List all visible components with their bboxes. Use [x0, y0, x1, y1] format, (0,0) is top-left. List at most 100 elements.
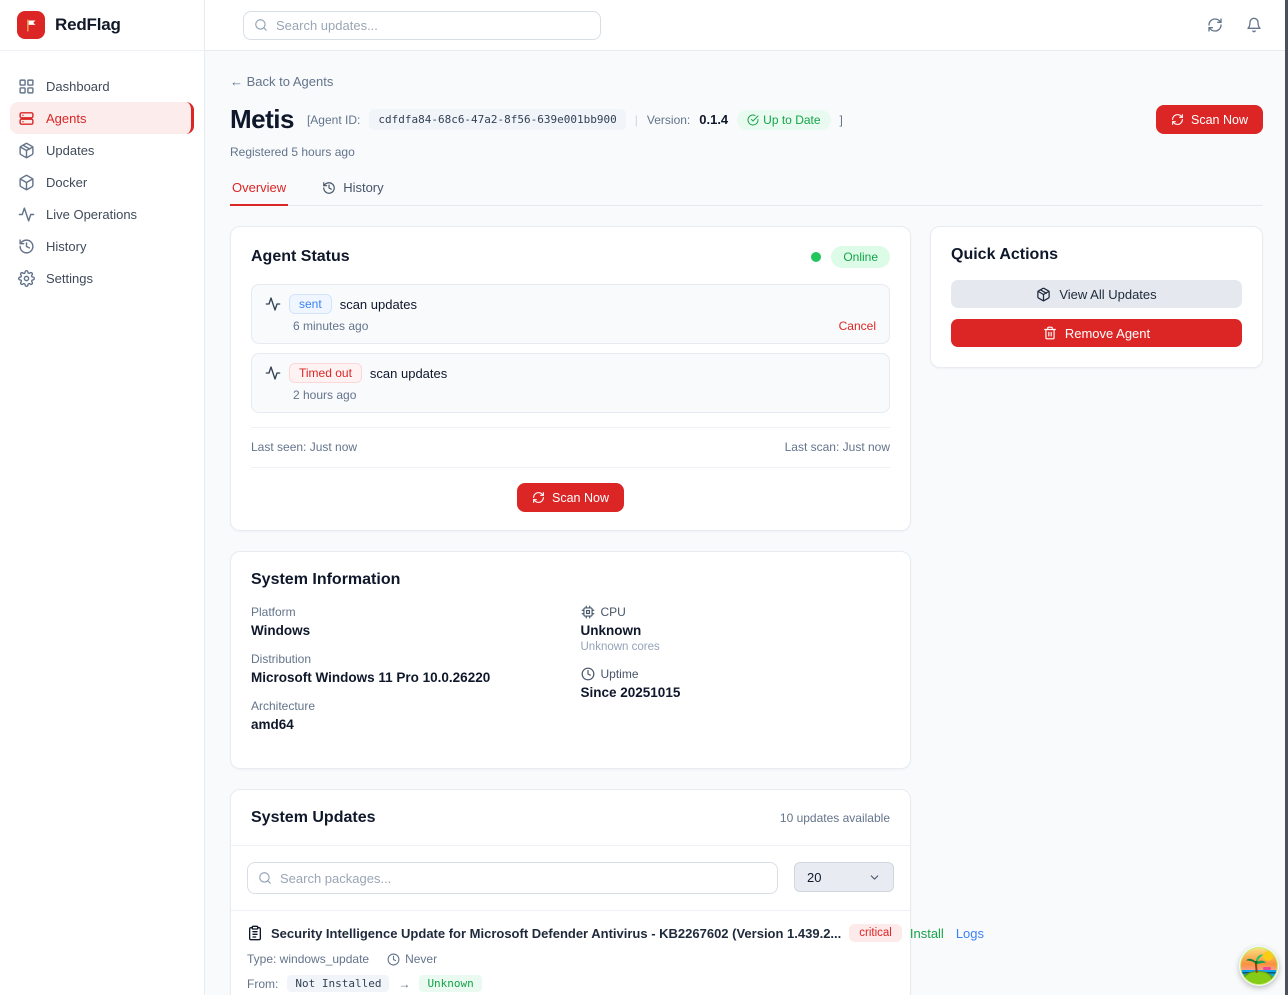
event-time: 2 hours ago [293, 388, 356, 402]
from-version: Not Installed [287, 975, 389, 992]
island-icon [1239, 946, 1279, 986]
activity-icon [265, 365, 281, 381]
sidebar-item-live-operations[interactable]: Live Operations [10, 198, 194, 230]
uptime-label: Uptime [601, 667, 639, 681]
sidebar-item-label: Settings [46, 271, 93, 286]
agent-id-label: [Agent ID: [307, 113, 360, 127]
cpu-value: Unknown [581, 623, 891, 638]
agent-id-value: cdfdfa84-68c6-47a2-8f56-639e001bb900 [369, 109, 625, 130]
app-name: RedFlag [55, 15, 121, 35]
online-dot [811, 252, 821, 262]
platform-label: Platform [251, 605, 561, 619]
search-icon [254, 18, 268, 32]
refresh-icon [532, 491, 545, 504]
grid-icon [18, 78, 35, 95]
logs-link[interactable]: Logs [956, 926, 984, 941]
scan-now-button-header[interactable]: Scan Now [1156, 105, 1263, 134]
search-input[interactable] [276, 18, 590, 33]
page-size-select[interactable]: 20 [794, 862, 894, 892]
reboot-text: Never [405, 952, 437, 966]
scan-now-label: Scan Now [552, 491, 609, 505]
island-widget-button[interactable] [1239, 946, 1279, 986]
sidebar-item-docker[interactable]: Docker [10, 166, 194, 198]
refresh-icon[interactable] [1207, 17, 1223, 33]
view-all-updates-button[interactable]: View All Updates [951, 280, 1242, 308]
box-icon [18, 174, 35, 191]
uptodate-badge: Up to Date [737, 110, 830, 130]
bracket-close: ] [840, 113, 843, 127]
check-circle-icon [747, 114, 759, 126]
quick-actions-title: Quick Actions [951, 246, 1242, 264]
topbar [205, 0, 1288, 51]
sidebar-item-history[interactable]: History [10, 230, 194, 262]
activity-icon [18, 206, 35, 223]
system-information-card: System Information Platform Windows Dist… [230, 551, 911, 769]
event-status-badge: sent [289, 294, 332, 314]
cpu-cores: Unknown cores [581, 641, 891, 653]
agent-header: Metis [Agent ID: cdfdfa84-68c6-47a2-8f56… [230, 104, 1263, 135]
distribution-label: Distribution [251, 652, 561, 666]
last-seen-text: Last seen: Just now [251, 440, 357, 454]
history-icon [18, 238, 35, 255]
package-search-input[interactable] [280, 871, 767, 886]
sidebar-nav: Dashboard Agents Updates Docker Live Ope… [0, 51, 204, 313]
uptime-value: Since 20251015 [581, 685, 891, 700]
event-action: scan updates [340, 297, 417, 312]
registered-text: Registered 5 hours ago [230, 145, 1263, 159]
activity-icon [265, 296, 281, 312]
tab-label: History [343, 180, 383, 195]
sidebar-item-updates[interactable]: Updates [10, 134, 194, 166]
meta-separator: | [635, 113, 638, 127]
install-link[interactable]: Install [910, 926, 944, 941]
platform-field: Platform Windows [251, 605, 561, 638]
event-list: sent scan updates 6 minutes ago Cancel [251, 284, 890, 413]
architecture-field: Architecture amd64 [251, 699, 561, 732]
version-value: 0.1.4 [699, 112, 728, 127]
main-area: ← Back to Agents Metis [Agent ID: cdfdfa… [205, 0, 1288, 995]
remove-agent-label: Remove Agent [1065, 326, 1150, 341]
sidebar-item-dashboard[interactable]: Dashboard [10, 70, 194, 102]
trash-icon [1043, 326, 1057, 340]
distribution-field: Distribution Microsoft Windows 11 Pro 10… [251, 652, 561, 685]
package-icon [1036, 287, 1051, 302]
cpu-field: CPU Unknown Unknown cores [581, 605, 891, 653]
version-label: Version: [647, 113, 690, 127]
package-search [247, 862, 778, 894]
tab-label: Overview [232, 180, 286, 195]
topbar-icons [1207, 17, 1262, 33]
system-information-title: System Information [251, 571, 890, 589]
sidebar-item-settings[interactable]: Settings [10, 262, 194, 294]
event-row: sent scan updates 6 minutes ago Cancel [251, 284, 890, 344]
system-updates-card: System Updates 10 updates available 20 [230, 789, 911, 995]
status-badge: Online [831, 246, 890, 268]
uptodate-label: Up to Date [763, 113, 820, 127]
sidebar-item-agents[interactable]: Agents [10, 102, 194, 134]
event-action: scan updates [370, 366, 447, 381]
view-all-updates-label: View All Updates [1059, 287, 1156, 302]
history-icon [322, 181, 336, 195]
tabs: Overview History [230, 180, 1263, 206]
agent-meta: [Agent ID: cdfdfa84-68c6-47a2-8f56-639e0… [307, 109, 843, 130]
severity-badge: critical [849, 924, 902, 942]
event-row: Timed out scan updates 2 hours ago [251, 353, 890, 413]
clock-icon [387, 953, 400, 966]
updates-available-count: 10 updates available [780, 811, 890, 825]
agent-status-card: Agent Status Online sent scan updates [230, 226, 911, 531]
scan-now-button-card[interactable]: Scan Now [517, 483, 624, 512]
agent-status-title: Agent Status [251, 248, 350, 266]
global-search [243, 11, 601, 40]
update-title: Security Intelligence Update for Microso… [271, 926, 841, 941]
update-type: Type: windows_update [247, 952, 369, 966]
back-to-agents-link[interactable]: ← Back to Agents [230, 74, 333, 89]
scan-now-label: Scan Now [1191, 113, 1248, 127]
bell-icon[interactable] [1246, 17, 1262, 33]
tab-overview[interactable]: Overview [230, 180, 288, 206]
clock-icon [581, 667, 595, 681]
sidebar: RedFlag Dashboard Agents Updates Docker … [0, 0, 205, 995]
tab-history[interactable]: History [320, 180, 385, 206]
cancel-link[interactable]: Cancel [839, 319, 876, 333]
sidebar-item-label: Live Operations [46, 207, 137, 222]
sidebar-item-label: Agents [46, 111, 86, 126]
remove-agent-button[interactable]: Remove Agent [951, 319, 1242, 347]
update-row: Security Intelligence Update for Microso… [231, 911, 910, 995]
